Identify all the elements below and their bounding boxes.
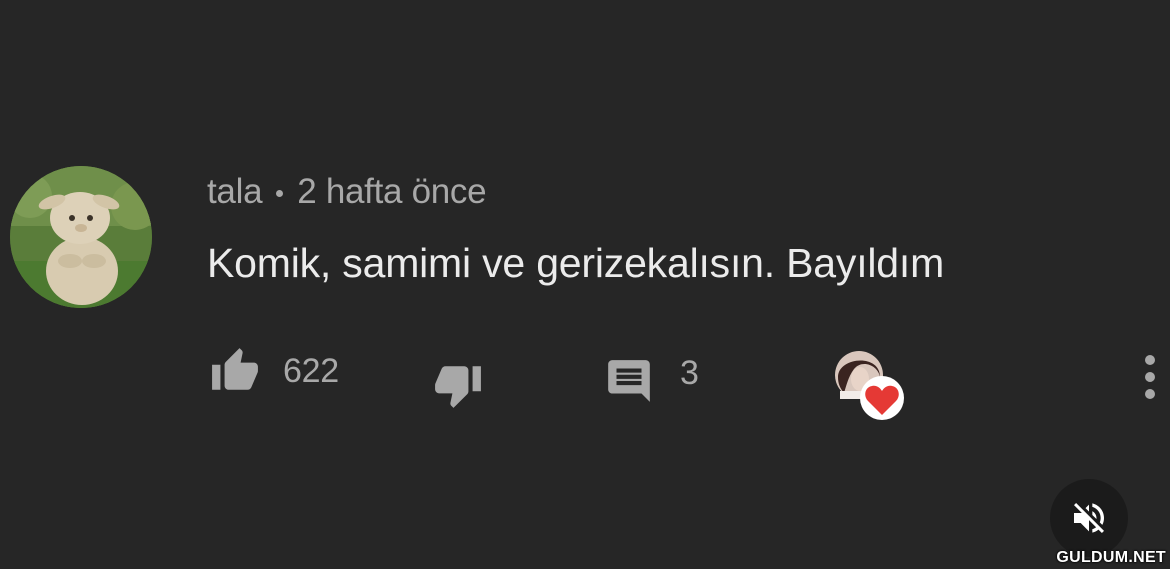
dislike-button[interactable] xyxy=(430,360,486,410)
like-button[interactable]: 622 xyxy=(207,346,339,396)
like-count: 622 xyxy=(283,351,339,390)
heart-icon xyxy=(860,376,904,420)
user-avatar[interactable] xyxy=(10,166,152,308)
author-name[interactable]: tala xyxy=(207,172,263,212)
thumb-down-icon xyxy=(430,360,486,410)
reply-button[interactable]: 3 xyxy=(603,353,699,406)
creator-heart-badge[interactable] xyxy=(832,347,908,423)
separator-dot xyxy=(276,189,284,197)
site-watermark: GULDUM.NET xyxy=(1056,549,1166,566)
creator-avatar-with-heart xyxy=(835,351,904,420)
volume-off-icon xyxy=(1069,498,1109,538)
thumb-up-icon xyxy=(207,346,263,396)
comment-icon xyxy=(603,356,655,406)
more-options-button[interactable] xyxy=(1143,353,1157,401)
comment-time[interactable]: 2 hafta önce xyxy=(297,172,486,212)
comment-text: Komik, samimi ve gerizekalısın. Bayıldım xyxy=(207,240,945,286)
comment-meta: tala 2 hafta önce xyxy=(207,170,487,214)
more-vert-icon xyxy=(1143,353,1157,401)
reply-count: 3 xyxy=(680,353,699,392)
avatar-image xyxy=(10,166,152,308)
comment-screen: tala 2 hafta önce Komik, samimi ve geriz… xyxy=(0,0,1170,569)
mute-button[interactable] xyxy=(1050,479,1128,557)
